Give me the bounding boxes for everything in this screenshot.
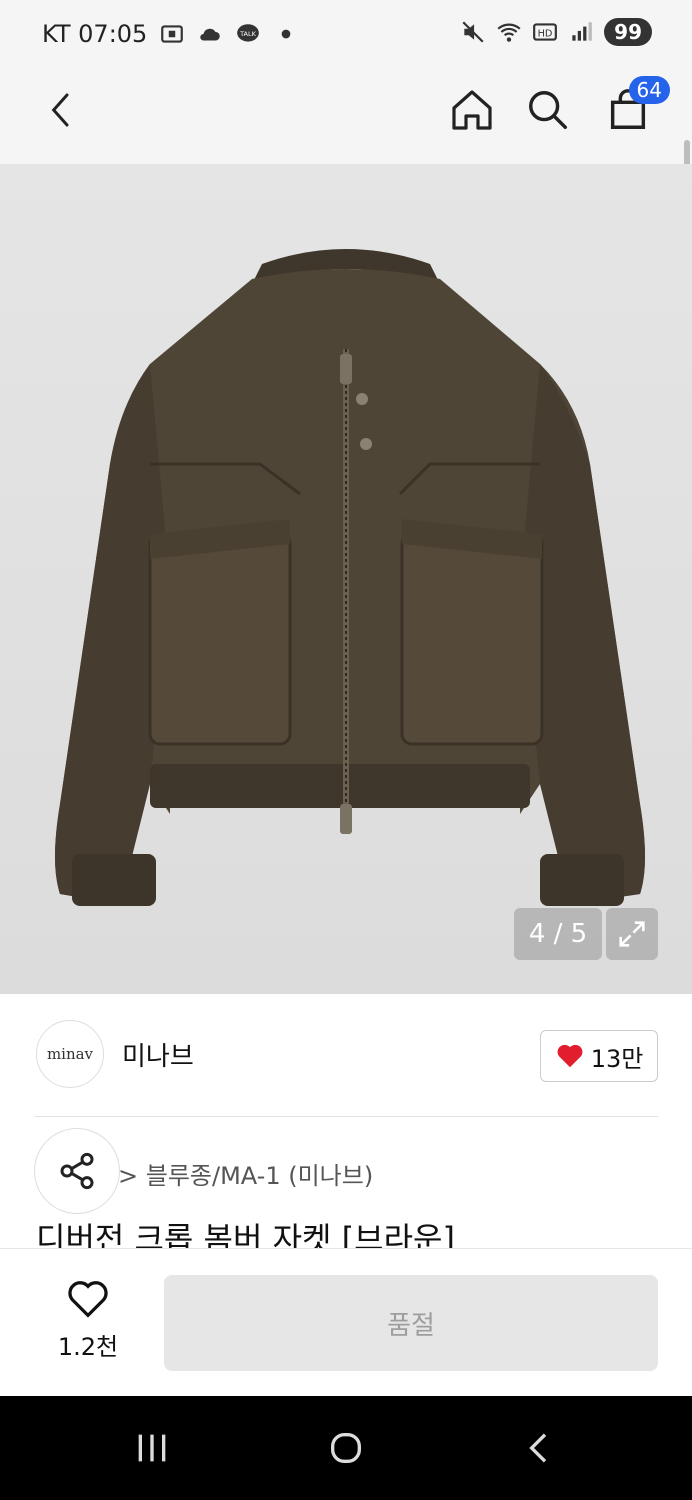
home-system-button[interactable] <box>322 1426 370 1470</box>
recent-apps-button[interactable] <box>128 1426 176 1470</box>
brand-like-count: 13만 <box>590 1044 644 1073</box>
cart-count-badge: 64 <box>628 76 670 104</box>
svg-text:TALK: TALK <box>239 30 257 38</box>
search-button[interactable] <box>520 82 576 138</box>
sold-out-button[interactable]: 품절 <box>164 1275 658 1371</box>
cart-button[interactable]: 64 <box>600 76 670 138</box>
svg-text:HD: HD <box>538 28 553 39</box>
back-system-icon <box>529 1433 547 1463</box>
carrier-time: KT 07:05 <box>42 20 148 48</box>
bottom-action-bar: 1.2천 품절 <box>0 1248 692 1396</box>
chevron-right-icon: > <box>118 1162 146 1190</box>
back-system-button[interactable] <box>516 1426 564 1470</box>
screenshot-icon <box>161 25 184 43</box>
brand-row: minav 미나브 13만 <box>0 994 692 1116</box>
expand-icon <box>619 921 645 947</box>
expand-image-button[interactable] <box>606 908 658 960</box>
share-button[interactable] <box>34 1128 120 1214</box>
top-nav-bar: 64 <box>0 68 692 236</box>
category-breadcrumb[interactable]: > 블루종/MA-1 (미나브) <box>118 1156 373 1191</box>
category-label: 블루종/MA-1 (미나브) <box>145 1162 374 1190</box>
product-image-gallery[interactable] <box>0 164 692 994</box>
signal-icon <box>572 22 592 41</box>
jacket-image <box>55 249 645 906</box>
heart-outline-icon <box>68 1281 108 1318</box>
cloud-icon <box>200 28 221 41</box>
home-button[interactable] <box>444 82 500 138</box>
system-navigation-bar <box>0 1396 692 1500</box>
divider <box>34 1116 658 1117</box>
hd-icon: HD <box>533 23 558 41</box>
wishlist-count: 1.2천 <box>57 1333 119 1361</box>
product-title: 디버전 크롭 봄버 자켓 [브라운] <box>36 1220 455 1248</box>
brand-name[interactable]: 미나브 <box>122 1036 194 1073</box>
wifi-icon <box>497 23 521 42</box>
mute-icon <box>462 21 484 43</box>
home-circle-icon <box>331 1433 361 1463</box>
image-counter: 4 / 5 <box>514 908 602 960</box>
back-button[interactable] <box>34 82 90 138</box>
battery-indicator: 99 <box>604 18 652 46</box>
share-icon <box>60 1152 94 1190</box>
brand-logo[interactable]: minav <box>36 1020 104 1088</box>
talk-icon: TALK <box>237 24 260 42</box>
heart-filled-icon <box>557 1044 583 1068</box>
dot-icon <box>281 29 291 39</box>
status-bar: KT 07:05 TALK HD 99 <box>0 0 692 68</box>
recent-apps-icon <box>138 1434 166 1462</box>
back-icon <box>51 93 69 127</box>
search-icon <box>529 91 567 129</box>
brand-like-button[interactable]: 13만 <box>540 1030 658 1082</box>
home-icon <box>452 90 492 130</box>
wishlist-button[interactable]: 1.2천 <box>50 1279 126 1362</box>
